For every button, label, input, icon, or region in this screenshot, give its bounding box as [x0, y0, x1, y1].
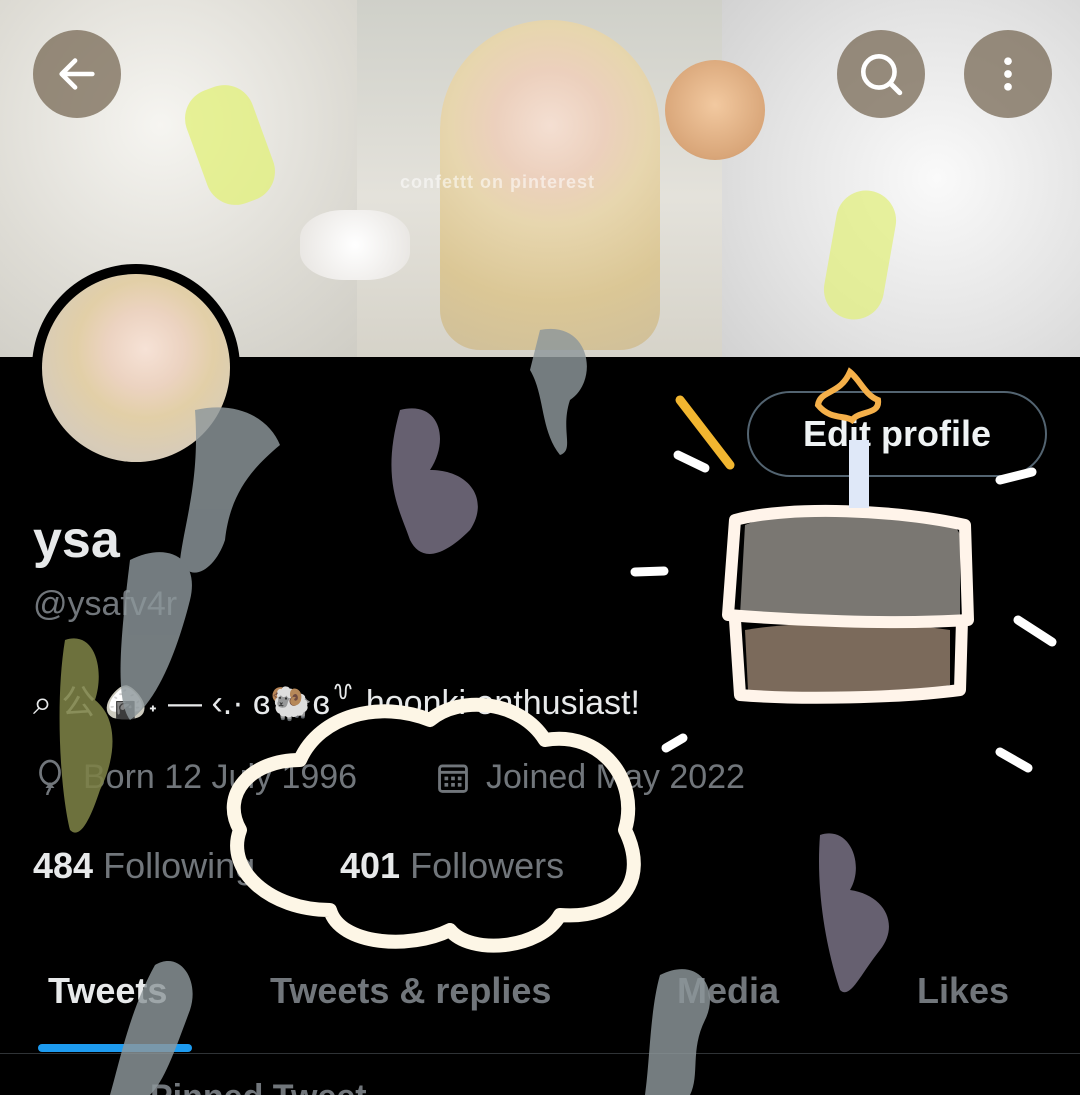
- followers-label: Followers: [410, 845, 565, 886]
- cloud-doodle: [226, 697, 641, 953]
- following-count: 484: [33, 845, 94, 886]
- profile-bio: ⌕ 公 🍙˖ — ‹.· ɞ🐏ɞ꒷ hoonki enthusiast!: [33, 684, 640, 722]
- sparkle-dashes: [630, 450, 1057, 773]
- tab-tweets-replies[interactable]: Tweets & replies: [270, 970, 551, 1012]
- search-icon: [861, 54, 903, 96]
- balloon-icon: [33, 759, 67, 797]
- edit-profile-button[interactable]: Edit profile: [747, 391, 1047, 477]
- avatar-image: [42, 274, 230, 462]
- avatar[interactable]: [32, 264, 240, 472]
- join-date: Joined May 2022: [436, 758, 745, 797]
- more-vertical-icon: [1004, 57, 1012, 91]
- followers-link[interactable]: 401 Followers: [340, 845, 564, 887]
- tab-media[interactable]: Media: [677, 970, 779, 1012]
- search-button[interactable]: [837, 30, 925, 118]
- more-options-button[interactable]: [964, 30, 1052, 118]
- yellow-dash: [675, 395, 735, 470]
- tab-likes[interactable]: Likes: [917, 970, 1009, 1012]
- back-button[interactable]: [33, 30, 121, 118]
- arrow-left-icon: [59, 58, 95, 90]
- following-link[interactable]: 484 Following: [33, 845, 255, 887]
- olive-brush-stroke: [59, 638, 113, 833]
- profile-tabs: Tweets Tweets & replies Media Likes: [0, 950, 1080, 1054]
- banner-bow: [300, 210, 410, 280]
- active-tab-indicator: [38, 1044, 192, 1052]
- calendar-icon: [436, 761, 470, 795]
- tab-tweets[interactable]: Tweets: [48, 970, 167, 1012]
- pinned-tweet-label: Pinned Tweet: [150, 1078, 367, 1095]
- user-handle: @ysafv4r: [33, 585, 178, 623]
- banner-teddy-bear: [665, 60, 765, 160]
- tabs-divider: [0, 1053, 1080, 1054]
- display-name: ysa: [33, 511, 120, 569]
- join-date-text: Joined May 2022: [486, 758, 745, 796]
- birth-date: Born 12 July 1996: [33, 758, 357, 797]
- banner-watermark: confettt on pinterest: [400, 172, 595, 192]
- following-label: Following: [103, 845, 256, 886]
- birth-date-text: Born 12 July 1996: [83, 758, 358, 796]
- followers-count: 401: [340, 845, 401, 886]
